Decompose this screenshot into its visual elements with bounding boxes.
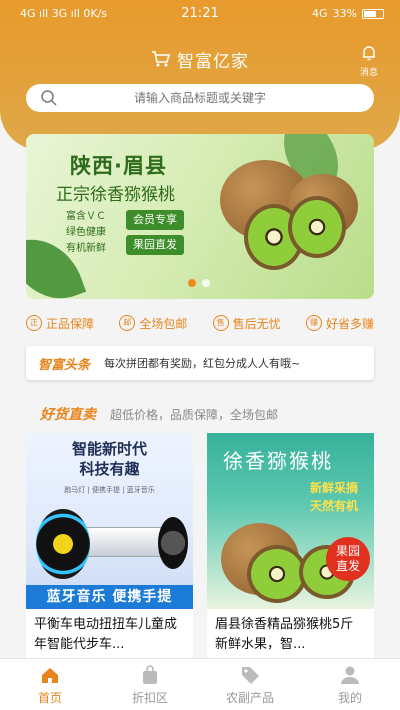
product-image-banner: 蓝牙音乐 便携手提 [26,585,193,609]
news-text: 每次拼团都有奖励，红包分成人人有哦~ [104,357,301,370]
search-icon [41,90,57,106]
news-ticker[interactable]: 智富头条 每次拼团都有奖励，红包分成人人有哦~ [26,346,374,380]
genuine-icon: 正 [26,315,42,331]
guarantee-genuine: 正 正品保障 [26,312,94,334]
image-title-line: 智能新时代 [71,440,147,458]
tab-discount[interactable]: 折扣区 [100,659,200,710]
guarantee-after-sales: 售 售后无忧 [212,312,281,334]
kiwi-slice-image [288,196,346,258]
product-card[interactable]: 智能新时代 科技有趣 跑马灯 | 便携手提 | 蓝牙音乐 蓝牙音乐 便携手提 平… [26,433,193,658]
tab-farm-products[interactable]: 农副产品 [200,659,300,710]
promo-banner[interactable]: 陕西·眉县 正宗徐香猕猴桃 富含ＶＣ 绿色健康 有机新鲜 会员专享 果园直发 [26,134,374,299]
product-image-subtitle: 新鲜采摘 天然有机 [310,479,358,515]
guarantee-label: 好省多赚 [325,316,374,331]
product-image: 徐香猕猴桃 新鲜采摘 天然有机 果园 直发 [207,433,374,609]
guarantee-label: 全场包邮 [139,316,188,331]
banner-tag: 果园直发 [126,235,184,255]
image-sub-line: 新鲜采摘 [309,481,358,495]
wheel-image [158,517,188,569]
user-icon [341,666,359,684]
earn-icon: 赚 [305,315,322,331]
tab-label: 农副产品 [225,690,274,705]
tab-label: 折扣区 [131,690,168,705]
image-title-line: 科技有趣 [79,460,140,478]
tag-icon [242,666,259,684]
guarantee-label: 售后无忧 [232,316,281,331]
banner-tag: 会员专享 [126,210,184,230]
banner-feature: 富含ＶＣ [66,211,106,222]
product-title: 平衡车电动扭扭车儿童成年智能代步车... [34,617,178,652]
tab-home[interactable]: 首页 [0,659,100,710]
orchard-badge: 果园 直发 [326,537,370,581]
after-sales-icon: 售 [212,315,229,331]
news-logo: 智富头条 [38,357,91,373]
app-title: 智富亿家 [177,51,249,72]
carousel-dot[interactable] [188,279,196,287]
section-header: 好货直卖 超低价格，品质保障，全场包邮 [40,404,278,424]
banner-feature: 有机新鲜 [66,243,106,254]
tab-label: 首页 [37,690,62,705]
badge-line: 果园 [335,544,360,558]
home-icon [42,667,58,683]
search-input[interactable] [26,91,374,105]
tab-label: 我的 [337,690,362,705]
network-label: 4G [312,7,328,20]
product-title: 眉县徐香精品猕猴桃5斤 新鲜水果，智... [215,617,354,652]
bag-icon [143,664,157,684]
image-sub-line: 天然有机 [309,499,358,513]
guarantee-row: 正 正品保障 邮 全场包邮 售 售后无忧 赚 好省多赚 [26,312,374,334]
banner-subtitle: 正宗徐香猕猴桃 [56,185,175,205]
title-row: 智富亿家 [0,44,400,74]
guarantee-label: 正品保障 [46,316,95,331]
status-right: 4G 33% [312,7,384,20]
cart-icon [152,51,171,67]
message-label: 消息 [359,68,378,78]
guarantee-save-earn: 赚 好省多赚 [305,312,374,334]
section-title: 好货直卖 [40,407,96,423]
product-image-title: 智能新时代 科技有趣 [26,439,193,479]
bell-icon [363,46,375,61]
search-bar[interactable] [26,84,374,112]
battery-icon [362,8,384,19]
battery-percent: 33% [332,7,357,20]
badge-line: 直发 [335,559,360,573]
wheel-image [36,509,90,579]
banner-title: 陕西·眉县 [70,154,167,178]
product-image-title: 徐香猕猴桃 [223,449,333,473]
product-card[interactable]: 徐香猕猴桃 新鲜采摘 天然有机 果园 直发 眉县徐香精品猕猴桃5斤 新鲜水果，智… [207,433,374,658]
kiwi-slice-image [247,545,307,603]
product-image-tags: 跑马灯 | 便携手提 | 蓝牙音乐 [64,486,155,494]
banner-features: 富含ＶＣ 绿色健康 有机新鲜 [66,209,106,257]
product-image: 智能新时代 科技有趣 跑马灯 | 便携手提 | 蓝牙音乐 蓝牙音乐 便携手提 [26,433,193,609]
banner-feature: 绿色健康 [66,227,106,238]
header: 4G ıll 3G ıll 0K/s 21:21 4G 33% 智富亿家 消息 [0,0,400,150]
bottom-tab-bar: 首页 折扣区 农副产品 我的 [0,658,400,710]
shipping-icon: 邮 [119,315,136,331]
carousel-dots [188,279,210,287]
section-subtitle: 超低价格，品质保障，全场包邮 [110,407,279,422]
status-bar: 4G ıll 3G ıll 0K/s 21:21 4G 33% [0,6,400,24]
carousel-dot[interactable] [202,279,210,287]
tab-profile[interactable]: 我的 [300,659,400,710]
message-button[interactable]: 消息 [354,44,384,78]
guarantee-free-shipping: 邮 全场包邮 [119,312,187,334]
